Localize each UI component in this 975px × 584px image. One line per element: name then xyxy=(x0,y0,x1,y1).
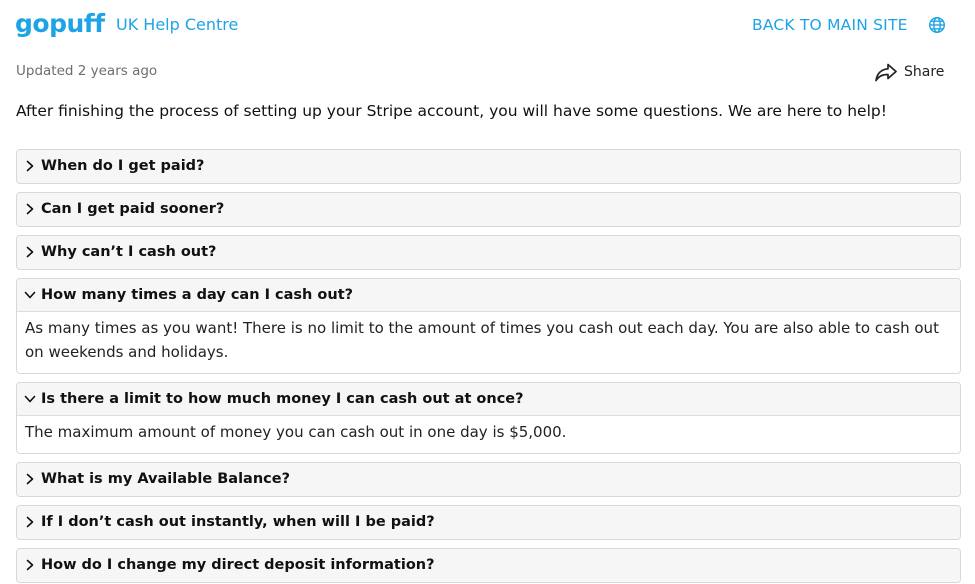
faq-question: When do I get paid? xyxy=(41,158,205,174)
faq-answer: The maximum amount of money you can cash… xyxy=(17,416,960,453)
faq-question: What is my Available Balance? xyxy=(41,471,290,487)
site-header: gopuff UK Help Centre BACK TO MAIN SITE xyxy=(0,0,975,50)
faq-question: How many times a day can I cash out? xyxy=(41,287,354,303)
share-label: Share xyxy=(904,64,945,80)
faq-question: Can I get paid sooner? xyxy=(41,201,225,217)
faq-question: Why can’t I cash out? xyxy=(41,244,217,260)
faq-item: Why can’t I cash out? xyxy=(16,235,961,270)
faq-question-toggle[interactable]: How do I change my direct deposit inform… xyxy=(17,549,960,582)
faq-item: Can I get paid sooner? xyxy=(16,192,961,227)
chevron-right-icon xyxy=(26,516,34,528)
chevron-down-icon xyxy=(24,291,36,299)
article-meta: Updated 2 years ago Share xyxy=(0,58,975,86)
faq-question-toggle[interactable]: When do I get paid? xyxy=(17,150,960,183)
chevron-right-icon xyxy=(26,473,34,485)
faq-question-toggle[interactable]: Why can’t I cash out? xyxy=(17,236,960,269)
chevron-right-icon xyxy=(26,160,34,172)
faq-question-toggle[interactable]: If I don’t cash out instantly, when will… xyxy=(17,506,960,539)
faq-question-toggle[interactable]: What is my Available Balance? xyxy=(17,463,960,496)
faq-item: When do I get paid? xyxy=(16,149,961,184)
faq-item: If I don’t cash out instantly, when will… xyxy=(16,505,961,540)
share-arrow-icon xyxy=(875,63,897,82)
back-to-main-site-link[interactable]: BACK TO MAIN SITE xyxy=(752,15,908,35)
faq-item: Is there a limit to how much money I can… xyxy=(16,382,961,454)
faq-accordion: When do I get paid? Can I get paid sooner… xyxy=(16,149,961,584)
gopuff-logo[interactable]: gopuff xyxy=(15,8,105,40)
globe-icon[interactable] xyxy=(928,16,946,34)
updated-timestamp: Updated 2 years ago xyxy=(16,63,158,79)
faq-answer: As many times as you want! There is no l… xyxy=(17,312,960,373)
chevron-right-icon xyxy=(26,559,34,571)
faq-item: What is my Available Balance? xyxy=(16,462,961,497)
faq-question-toggle[interactable]: How many times a day can I cash out? xyxy=(17,279,960,312)
faq-question: Is there a limit to how much money I can… xyxy=(41,391,524,407)
chevron-down-icon xyxy=(24,395,36,403)
faq-question: If I don’t cash out instantly, when will… xyxy=(41,514,435,530)
faq-item: How do I change my direct deposit inform… xyxy=(16,548,961,583)
faq-item: How many times a day can I cash out? As m… xyxy=(16,278,961,374)
chevron-right-icon xyxy=(26,246,34,258)
faq-question: How do I change my direct deposit inform… xyxy=(41,557,435,573)
chevron-right-icon xyxy=(26,203,34,215)
article-intro: After finishing the process of setting u… xyxy=(16,102,887,120)
help-centre-link[interactable]: UK Help Centre xyxy=(116,15,238,35)
faq-question-toggle[interactable]: Is there a limit to how much money I can… xyxy=(17,383,960,416)
faq-question-toggle[interactable]: Can I get paid sooner? xyxy=(17,193,960,226)
